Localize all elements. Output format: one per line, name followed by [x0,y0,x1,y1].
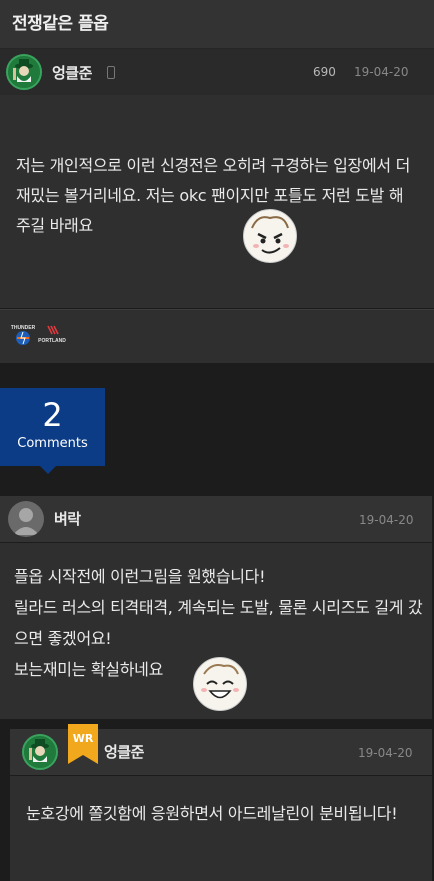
portland-logo-icon[interactable]: PORTLAND [38,324,66,346]
comments-count: 2 [42,396,63,434]
leprechaun-icon [8,56,40,88]
comments-label: Comments [17,436,88,451]
post-hits: 690 [313,65,336,79]
badge-pointer [40,466,56,474]
author-avatar[interactable] [6,54,42,90]
svg-text:THUNDER: THUNDER [11,325,35,331]
post-body: 저는 개인적으로 이런 신경전은 오히려 구경하는 입장에서 더 재밌는 볼거리… [0,95,434,308]
post-header: 엉클준 690 19-04-20 [0,49,434,95]
page-header: 전쟁같은 플옵 [0,0,434,49]
svg-text:PORTLAND: PORTLAND [38,338,66,344]
reply-header: WR 엉클준 19-04-20 [10,724,432,775]
reply-author[interactable]: 엉클준 [104,741,144,762]
post-author[interactable]: 엉클준 [52,62,92,83]
comment-author[interactable]: 벼락 [54,508,81,529]
writer-badge: WR [68,724,98,764]
writer-badge-label: WR [72,732,94,745]
comment-author-avatar[interactable] [8,501,44,537]
reply-body: 눈호강에 쫄깃함에 응원하면서 아드레날린이 분비됩니다! [10,776,432,881]
leprechaun-icon [24,736,56,768]
reply-date: 19-04-20 [358,746,413,760]
thunder-logo-icon[interactable]: THUNDER [11,322,35,348]
comment-body: 플옵 시작전에 이런그림을 원했습니다! 릴라드 러스의 티격태격, 계속되는 … [0,543,432,719]
default-user-icon [13,508,39,535]
comment-date: 19-04-20 [359,513,414,527]
reply-content: 눈호강에 쫄깃함에 응원하면서 아드레날린이 분비됩니다! [26,804,398,823]
comment-header: 벼락 19-04-20 [0,496,432,542]
post-tags: THUNDER PORTLAND [0,309,434,363]
mobile-icon [107,66,115,79]
page-title: 전쟁같은 플옵 [12,14,109,34]
post-date: 19-04-20 [354,65,409,79]
reply-author-avatar[interactable] [22,734,58,770]
emoticon-smirk-icon [243,209,297,263]
post-content: 저는 개인적으로 이런 신경전은 오히려 구경하는 입장에서 더 재밌는 볼거리… [16,156,411,235]
comments-count-badge: 2 Comments [0,388,105,466]
emoticon-laugh-icon [193,657,247,711]
